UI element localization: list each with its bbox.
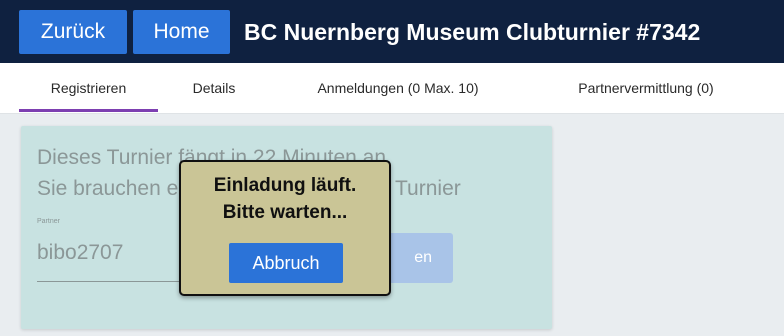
tab-registrieren[interactable]: Registrieren	[19, 63, 158, 113]
back-button[interactable]: Zurück	[19, 10, 127, 54]
partner-field-label: Partner	[37, 218, 60, 225]
dialog-message-line1: Einladung läuft.	[213, 175, 357, 196]
dialog-message-line2: Bitte warten...	[222, 202, 348, 223]
invite-button[interactable]: en	[383, 233, 453, 283]
active-tab-indicator	[19, 109, 158, 112]
tab-anmeldungen[interactable]: Anmeldungen (0 Max. 10)	[276, 63, 520, 113]
partner-input[interactable]: bibo2707	[37, 241, 123, 265]
page-title: BC Nuernberg Museum Clubturnier #7342	[244, 19, 701, 45]
tab-bar: Registrieren Details Anmeldungen (0 Max.…	[0, 63, 784, 114]
home-button[interactable]: Home	[133, 10, 230, 54]
tab-partnervermittlung[interactable]: Partnervermittlung (0)	[540, 63, 752, 113]
top-bar: Zurück Home BC Nuernberg Museum Clubturn…	[0, 0, 784, 63]
page: Zurück Home BC Nuernberg Museum Clubturn…	[0, 0, 784, 336]
invitation-pending-dialog: Einladung läuft. Bitte warten... Abbruch	[179, 160, 391, 296]
tab-details[interactable]: Details	[173, 63, 255, 113]
abort-button[interactable]: Abbruch	[229, 243, 343, 283]
